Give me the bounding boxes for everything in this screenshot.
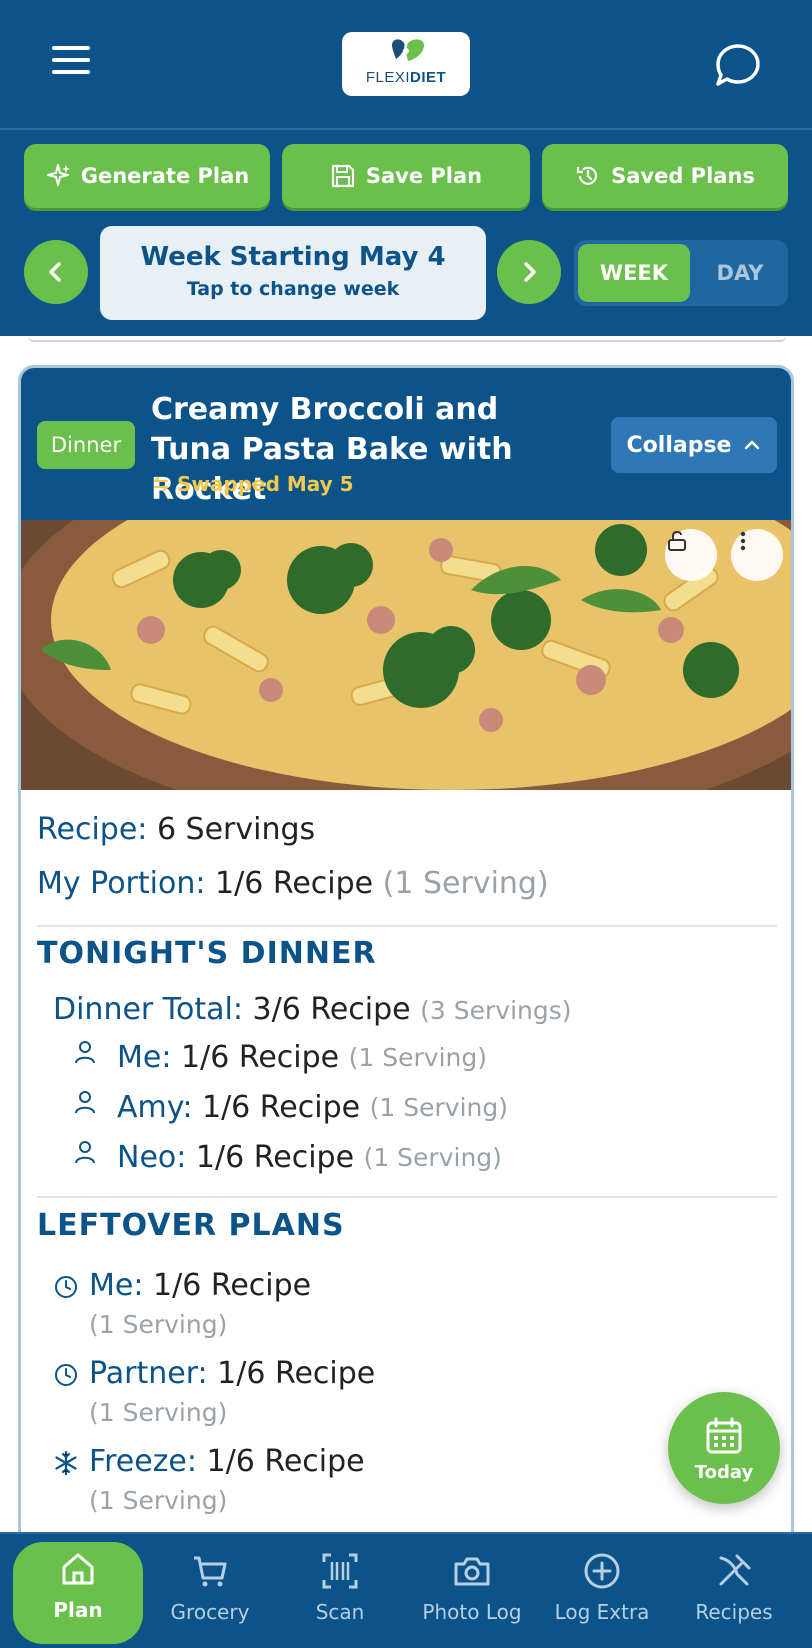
person-row-neo: Neo: 1/6 Recipe (1 Serving) bbox=[71, 1140, 502, 1175]
floppy-disk-icon bbox=[331, 164, 354, 188]
logo-text: FLEXIDIET bbox=[365, 69, 447, 86]
calendar-icon bbox=[706, 1417, 742, 1454]
saved-plans-button[interactable]: Saved Plans bbox=[542, 144, 788, 208]
divider bbox=[37, 1196, 777, 1198]
home-icon bbox=[62, 1553, 94, 1585]
week-selector[interactable]: Week Starting May 4 Tap to change week bbox=[100, 226, 486, 320]
recipe-servings: Recipe: 6 Servings bbox=[37, 812, 316, 847]
cart-icon bbox=[194, 1556, 227, 1587]
logo-leaf-icon bbox=[342, 37, 470, 71]
my-portion: My Portion: 1/6 Recipe (1 Serving) bbox=[37, 866, 549, 901]
clock-icon bbox=[55, 1364, 77, 1386]
chat-icon[interactable] bbox=[714, 42, 762, 88]
person-icon bbox=[75, 1140, 95, 1163]
collapse-button[interactable]: Collapse bbox=[611, 417, 777, 473]
menu-icon[interactable] bbox=[52, 46, 90, 78]
tonights-dinner-heading: TONIGHT'S DINNER bbox=[37, 936, 377, 971]
leftover-plans-heading: LEFTOVER PLANS bbox=[37, 1208, 345, 1243]
person-icon bbox=[75, 1040, 95, 1063]
week-view-tab[interactable]: WEEK bbox=[578, 244, 690, 302]
app-header: FLEXIDIET bbox=[0, 0, 812, 130]
generate-plan-button[interactable]: Generate Plan bbox=[24, 144, 270, 208]
swap-icon bbox=[154, 477, 168, 491]
plus-circle-icon bbox=[584, 1553, 620, 1589]
person-icon bbox=[75, 1090, 95, 1113]
view-toggle: WEEK DAY bbox=[574, 240, 788, 306]
save-plan-label: Save Plan bbox=[365, 164, 483, 188]
collapse-label: Collapse bbox=[626, 432, 732, 458]
more-options-icon[interactable] bbox=[731, 529, 783, 581]
history-icon bbox=[577, 166, 598, 185]
nav-grocery[interactable]: Grocery bbox=[150, 1544, 270, 1640]
generate-plan-label: Generate Plan bbox=[80, 164, 250, 188]
barcode-scan-icon bbox=[322, 1553, 358, 1589]
utensils-icon bbox=[719, 1554, 751, 1586]
week-title: Week Starting May 4 bbox=[140, 242, 446, 272]
chevron-up-icon bbox=[745, 440, 760, 450]
nav-photo-log[interactable]: Photo Log bbox=[412, 1544, 532, 1640]
today-label: Today bbox=[694, 1462, 754, 1483]
plan-toolbar: Generate Plan Save Plan Saved Plans Week… bbox=[0, 130, 812, 336]
next-week-button[interactable] bbox=[497, 240, 561, 304]
camera-icon bbox=[454, 1557, 490, 1586]
swap-note-text: Swapped May 5 bbox=[177, 472, 354, 496]
previous-card-edge bbox=[28, 336, 786, 342]
week-subtitle: Tap to change week bbox=[186, 278, 400, 300]
nav-scan[interactable]: Scan bbox=[280, 1544, 400, 1640]
flexidiet-logo[interactable]: FLEXIDIET bbox=[342, 32, 470, 96]
person-row-me: Me: 1/6 Recipe (1 Serving) bbox=[71, 1040, 487, 1075]
divider bbox=[37, 925, 777, 927]
chevron-right-icon bbox=[524, 262, 536, 282]
dinner-total: Dinner Total: 3/6 Recipe (3 Servings) bbox=[53, 992, 572, 1027]
meal-card-header: Dinner Creamy Broccoli and Tuna Pasta Ba… bbox=[21, 368, 791, 520]
previous-week-button[interactable] bbox=[24, 240, 88, 304]
day-view-tab[interactable]: DAY bbox=[696, 244, 784, 302]
meal-type-badge: Dinner bbox=[37, 421, 135, 469]
nav-recipes[interactable]: Recipes bbox=[674, 1544, 794, 1640]
chevron-left-icon bbox=[49, 262, 61, 282]
lock-icon[interactable] bbox=[665, 529, 717, 581]
clock-icon bbox=[55, 1276, 77, 1298]
swap-note: Swapped May 5 bbox=[151, 472, 354, 496]
person-row-amy: Amy: 1/6 Recipe (1 Serving) bbox=[71, 1090, 508, 1125]
bottom-navigation: Plan Grocery Scan Photo Log Log Extra Re… bbox=[0, 1532, 812, 1648]
nav-plan[interactable]: Plan bbox=[13, 1542, 143, 1644]
today-button[interactable]: Today bbox=[668, 1392, 780, 1504]
snowflake-icon bbox=[55, 1450, 77, 1476]
saved-plans-label: Saved Plans bbox=[611, 164, 755, 188]
meal-photo[interactable] bbox=[21, 520, 791, 790]
save-plan-button[interactable]: Save Plan bbox=[282, 144, 530, 208]
sparkle-icon bbox=[46, 164, 70, 186]
nav-log-extra[interactable]: Log Extra bbox=[542, 1544, 662, 1640]
